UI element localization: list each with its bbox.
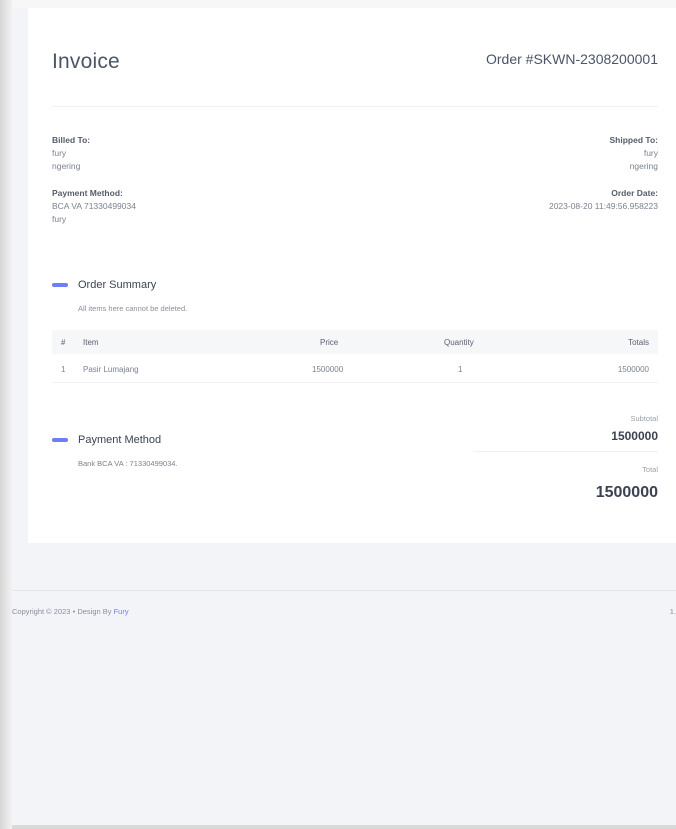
window-top-edge [12, 0, 676, 8]
footer-right-text: 1. [669, 607, 676, 616]
footer-divider [12, 590, 676, 591]
row-quantity: 1 [458, 365, 463, 374]
shipped-to-block: Shipped To: fury ngering [610, 134, 658, 173]
shipped-to-label: Shipped To: [609, 135, 658, 145]
shipped-to-name: fury [643, 148, 658, 158]
order-date-value: 2023-08-20 11:49:56.958223 [548, 201, 658, 211]
order-number: Order #SKWN-2308200001 [486, 51, 658, 67]
row-number: 1 [61, 365, 66, 374]
row-total: 1500000 [617, 365, 649, 374]
payment-method-block: Payment Method: BCA VA 71330499034 fury [52, 187, 136, 226]
billed-to-name: fury [52, 148, 67, 158]
header-divider [52, 106, 658, 107]
billed-to-label: Billed To: [52, 135, 91, 145]
shipped-to-address: ngering [629, 161, 658, 171]
col-header-quantity: Quantity [444, 338, 474, 347]
payment-method-holder: fury [52, 214, 67, 224]
author-link[interactable]: Fury [114, 607, 129, 616]
window-bottom-edge [12, 825, 676, 829]
order-summary-note: All items here cannot be deleted. [78, 304, 188, 313]
copyright-text: Copyright © 2023 [12, 607, 71, 616]
invoice-title: Invoice [52, 50, 120, 73]
total-value: 1500000 [595, 484, 658, 501]
order-table-header: # Item Price Quantity Totals [52, 330, 658, 354]
row-item: Pasir Lumajang [83, 365, 139, 374]
payment-method-account: BCA VA 71330499034 [52, 201, 136, 211]
row-divider [52, 382, 658, 383]
payment-method-label: Payment Method: [52, 188, 123, 198]
billed-to-address: ngering [52, 161, 81, 171]
row-price: 1500000 [312, 365, 344, 374]
col-header-totals: Totals [628, 338, 649, 347]
billed-to-block: Billed To: fury ngering [52, 134, 90, 173]
footer-copyright: Copyright © 2023 • Design By Fury [12, 607, 129, 616]
order-summary-title: Order Summary [78, 279, 157, 291]
footer-separator: • [72, 607, 76, 616]
invoice-card: Invoice Order #SKWN-2308200001 Billed To… [28, 8, 676, 543]
design-by-text: Design By [77, 607, 112, 616]
col-header-price: Price [320, 338, 339, 347]
payment-method-accent-bar [52, 438, 68, 442]
order-date-label: Order Date: [611, 188, 658, 198]
payment-method-detail: Bank BCA VA : 71330499034. [78, 459, 178, 468]
subtotal-label: Subtotal [630, 414, 658, 423]
total-label: Total [642, 465, 658, 474]
totals-divider [473, 451, 658, 452]
order-date-block: Order Date: 2023-08-20 11:49:56.958223 [549, 187, 658, 213]
order-summary-accent-bar [52, 283, 68, 287]
subtotal-value: 1500000 [611, 429, 658, 443]
col-header-item: Item [83, 338, 99, 347]
payment-method-title: Payment Method [78, 434, 162, 446]
app-content: Invoice Order #SKWN-2308200001 Billed To… [12, 8, 676, 825]
col-header-number: # [61, 338, 66, 347]
